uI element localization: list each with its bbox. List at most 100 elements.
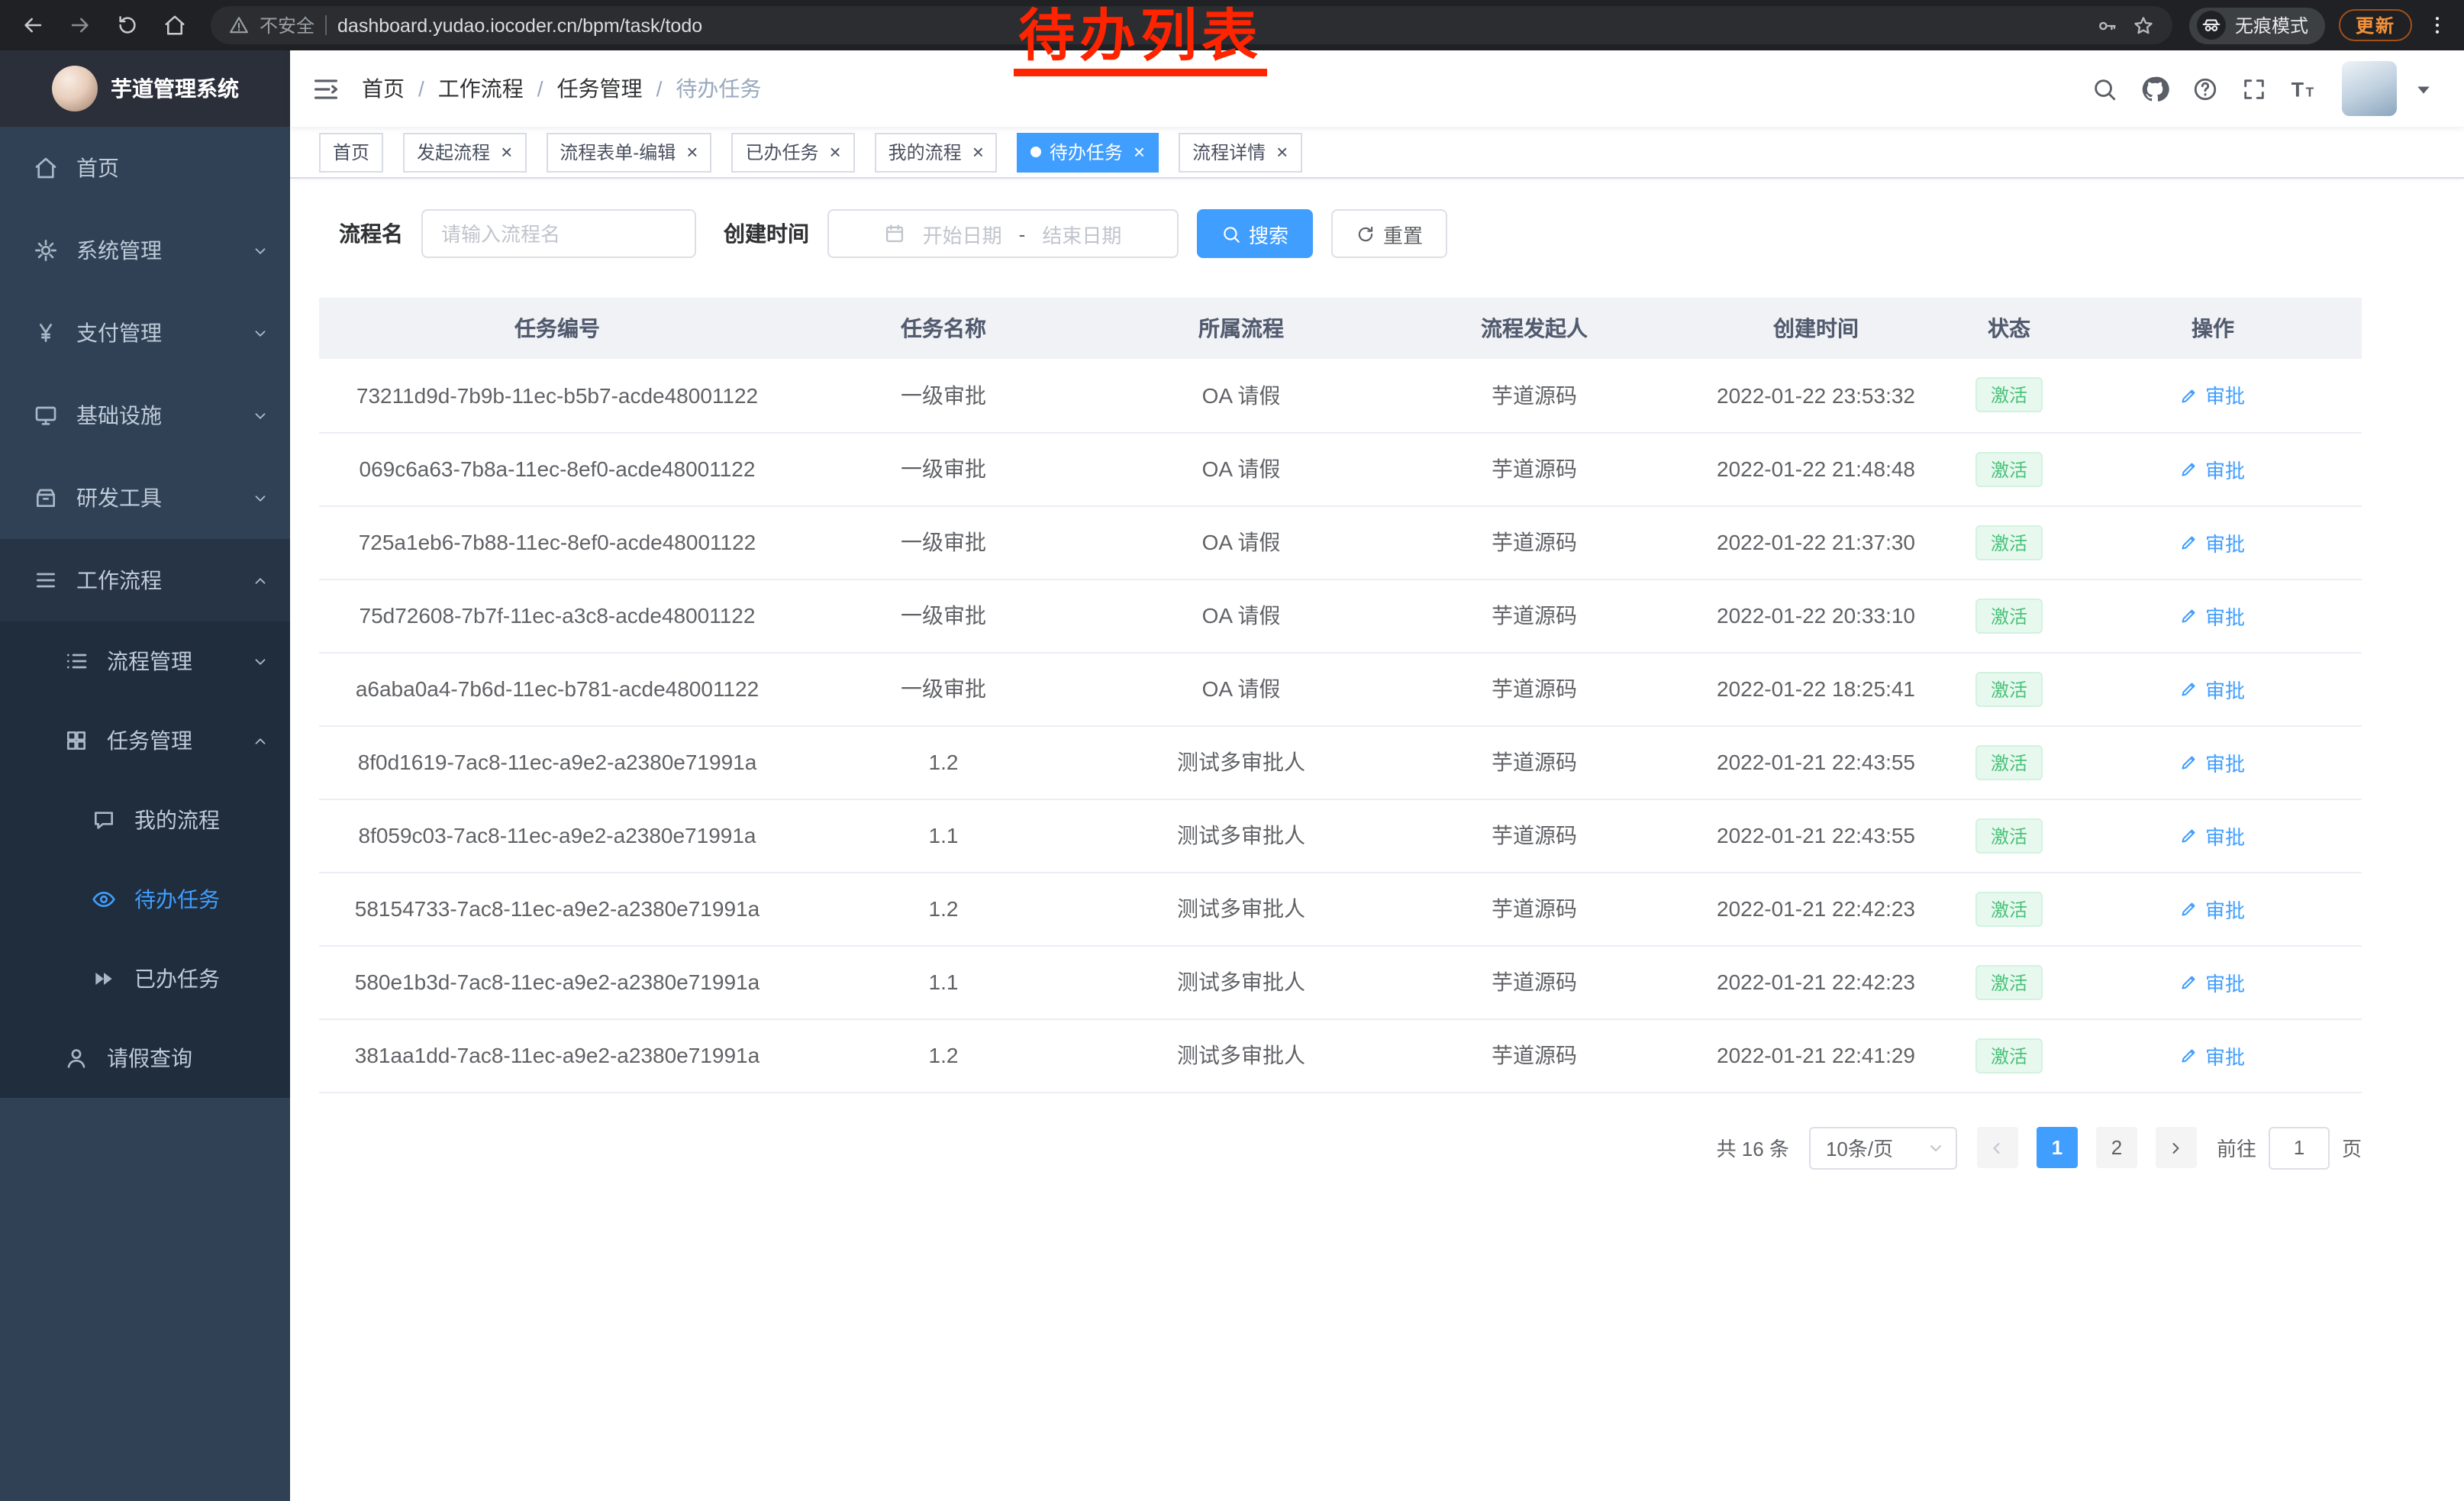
close-icon[interactable]: × <box>1134 140 1145 163</box>
breadcrumb-home[interactable]: 首页 <box>362 73 405 104</box>
approve-label: 审批 <box>2205 747 2245 776</box>
page-button-2[interactable]: 2 <box>2096 1127 2137 1168</box>
back-icon[interactable] <box>12 5 52 45</box>
tab-process-detail[interactable]: 流程详情× <box>1179 132 1301 172</box>
sidebar-item-my-process[interactable]: 我的流程 <box>0 780 290 860</box>
cell-created: 2022-01-21 22:42:23 <box>1678 945 1954 1018</box>
page-button-1[interactable]: 1 <box>2037 1127 2078 1168</box>
sidebar-item-workflow[interactable]: 工作流程 <box>0 539 290 621</box>
cell-status: 激活 <box>1954 579 2064 652</box>
cell-status: 激活 <box>1954 652 2064 725</box>
cell-action: 审批 <box>2064 1018 2362 1092</box>
next-page-button[interactable] <box>2156 1127 2197 1168</box>
status-badge: 激活 <box>1975 818 2043 853</box>
process-name-input[interactable] <box>421 209 696 258</box>
approve-button[interactable]: 审批 <box>2181 601 2245 630</box>
app-title: 芋道管理系统 <box>111 73 239 104</box>
approve-button[interactable]: 审批 <box>2181 454 2245 483</box>
cell-initiator: 芋道源码 <box>1391 1018 1678 1092</box>
tab-done-task[interactable]: 已办任务× <box>731 132 854 172</box>
sidebar-item-done-task[interactable]: 已办任务 <box>0 939 290 1018</box>
search-button-label: 搜索 <box>1249 219 1288 248</box>
font-size-icon[interactable]: TT <box>2290 74 2319 103</box>
tab-form-edit[interactable]: 流程表单-编辑× <box>546 132 711 172</box>
date-range-picker[interactable]: 开始日期 - 结束日期 <box>827 209 1179 258</box>
star-icon[interactable] <box>2133 15 2154 36</box>
cell-name: 1.2 <box>795 872 1092 945</box>
help-icon[interactable] <box>2192 76 2218 102</box>
logo[interactable]: 芋道管理系统 <box>0 50 290 127</box>
tab-todo-task[interactable]: 待办任务× <box>1018 132 1159 172</box>
close-icon[interactable]: × <box>972 140 984 163</box>
content: 流程名 创建时间 开始日期 - 结束日期 搜索 重 <box>290 179 2464 1169</box>
search-icon[interactable] <box>2091 76 2117 102</box>
close-icon[interactable]: × <box>829 140 840 163</box>
approve-button[interactable]: 审批 <box>2181 381 2245 410</box>
sidebar-item-label: 请假查询 <box>107 1043 192 1073</box>
breadcrumb-task-manage[interactable]: 任务管理 <box>557 73 643 104</box>
app: 芋道管理系统 首页系统管理支付管理基础设施研发工具工作流程流程管理任务管理我的流… <box>0 50 2464 1501</box>
tab-my-process[interactable]: 我的流程× <box>875 132 998 172</box>
approve-button[interactable]: 审批 <box>2181 894 2245 923</box>
caret-down-icon[interactable] <box>2411 76 2437 102</box>
search-button[interactable]: 搜索 <box>1197 209 1313 258</box>
column-header: 任务名称 <box>795 298 1092 359</box>
approve-button[interactable]: 审批 <box>2181 528 2245 557</box>
sidebar-item-label: 流程管理 <box>107 646 192 676</box>
sidebar-item-todo-task[interactable]: 待办任务 <box>0 860 290 939</box>
forward-icon[interactable] <box>60 5 99 45</box>
fullscreen-icon[interactable] <box>2241 76 2267 102</box>
prev-page-button[interactable] <box>1977 1127 2018 1168</box>
approve-label: 审批 <box>2205 1041 2245 1070</box>
cell-status: 激活 <box>1954 945 2064 1018</box>
goto-label: 前往 <box>2217 1133 2256 1162</box>
edit-icon <box>2181 899 2199 918</box>
sidebar-item-home[interactable]: 首页 <box>0 127 290 209</box>
approve-button[interactable]: 审批 <box>2181 967 2245 996</box>
user-avatar[interactable] <box>2342 61 2397 116</box>
github-icon[interactable] <box>2140 74 2169 103</box>
breadcrumb-workflow[interactable]: 工作流程 <box>438 73 524 104</box>
close-icon[interactable]: × <box>501 140 512 163</box>
table-header-row: 任务编号任务名称所属流程流程发起人创建时间状态操作 <box>319 298 2362 359</box>
calendar-icon <box>885 223 906 244</box>
sidebar-item-task-manage[interactable]: 任务管理 <box>0 701 290 780</box>
approve-button[interactable]: 审批 <box>2181 747 2245 776</box>
approve-button[interactable]: 审批 <box>2181 1041 2245 1070</box>
menu-dots-icon[interactable] <box>2426 14 2449 37</box>
approve-button[interactable]: 审批 <box>2181 821 2245 850</box>
chevron-up-icon <box>252 732 269 749</box>
close-icon[interactable]: × <box>1276 140 1288 163</box>
hamburger-icon[interactable] <box>311 74 340 103</box>
table-row: a6aba0a4-7b6d-11ec-b781-acde48001122一级审批… <box>319 652 2362 725</box>
edit-icon <box>2181 826 2199 844</box>
cell-process: OA 请假 <box>1092 579 1391 652</box>
cell-created: 2022-01-22 23:53:32 <box>1678 359 1954 432</box>
reload-icon[interactable] <box>107 5 147 45</box>
goto-input[interactable] <box>2269 1126 2330 1169</box>
yen-icon <box>31 321 61 345</box>
sidebar-item-payment[interactable]: 支付管理 <box>0 292 290 374</box>
tab-home[interactable]: 首页 <box>319 132 383 172</box>
update-button[interactable]: 更新 <box>2339 9 2412 41</box>
cell-status: 激活 <box>1954 1018 2064 1092</box>
page-size-value: 10条/页 <box>1826 1133 1893 1162</box>
sidebar-item-devtools[interactable]: 研发工具 <box>0 457 290 539</box>
table-row: 8f0d1619-7ac8-11ec-a9e2-a2380e71991a1.2测… <box>319 725 2362 799</box>
page-size-select[interactable]: 10条/页 <box>1809 1126 1957 1169</box>
sidebar-item-infrastructure[interactable]: 基础设施 <box>0 374 290 457</box>
chevron-down-icon <box>252 407 269 424</box>
cell-created: 2022-01-21 22:43:55 <box>1678 725 1954 799</box>
browser-home-icon[interactable] <box>154 5 194 45</box>
close-icon[interactable]: × <box>686 140 698 163</box>
approve-button[interactable]: 审批 <box>2181 674 2245 703</box>
cell-action: 审批 <box>2064 505 2362 579</box>
key-icon[interactable] <box>2096 15 2117 36</box>
sidebar-item-leave-query[interactable]: 请假查询 <box>0 1018 290 1098</box>
sidebar-item-process-manage[interactable]: 流程管理 <box>0 621 290 701</box>
reset-button[interactable]: 重置 <box>1331 209 1447 258</box>
tab-start-process[interactable]: 发起流程× <box>403 132 526 172</box>
status-badge: 激活 <box>1975 598 2043 633</box>
sidebar-item-system[interactable]: 系统管理 <box>0 209 290 292</box>
table-body: 73211d9d-7b9b-11ec-b5b7-acde48001122一级审批… <box>319 359 2362 1092</box>
